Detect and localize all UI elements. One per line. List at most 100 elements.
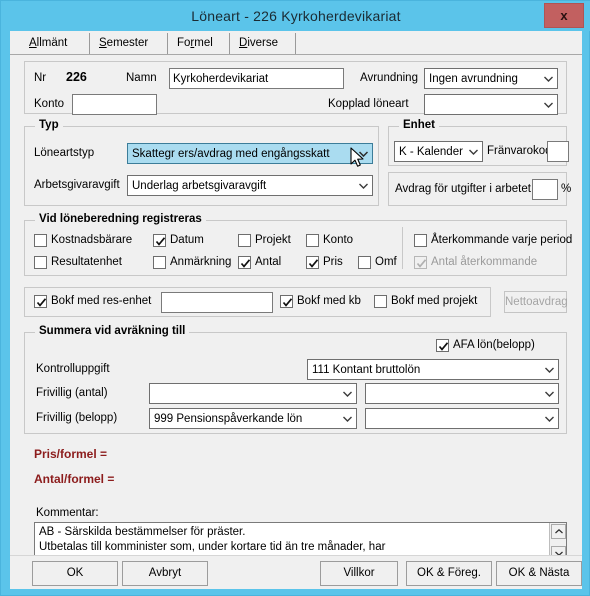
close-button[interactable]: x	[544, 3, 584, 28]
title-bar: Löneart - 226 Kyrkoherdevikariat x	[1, 1, 590, 31]
checkbox-label: Konto	[323, 234, 354, 246]
frivillig-belopp-combo-2[interactable]	[365, 408, 559, 429]
checkbox-box	[238, 256, 251, 269]
ok-button[interactable]: OK	[32, 561, 118, 586]
enhet-value: K - Kalenderd	[399, 146, 463, 158]
tab-allmant[interactable]: Allmänt	[20, 33, 90, 54]
checkbox-box	[34, 295, 47, 308]
checkbox-box	[436, 339, 449, 352]
tab-formel-label: mel	[194, 37, 213, 49]
arbetsgivaravgift-label: Arbetsgivaravgift	[34, 179, 120, 191]
tab-diverse[interactable]: Diverse	[230, 33, 296, 54]
frivillig-antal-combo-2[interactable]	[365, 383, 559, 404]
window-title: Löneart - 226 Kyrkoherdevikariat	[191, 8, 401, 24]
kontrolluppgift-value: 111 Kontant bruttolön	[312, 364, 421, 376]
frivillig-antal-combo[interactable]	[149, 383, 357, 404]
checkbox-label: Datum	[170, 234, 204, 246]
chevron-down-icon	[540, 409, 558, 428]
scroll-up-icon[interactable]	[551, 524, 566, 539]
arbetsgivaravgift-value: Underlag arbetsgivaravgift	[132, 180, 267, 192]
check-icon	[308, 259, 319, 268]
franvarokod-input[interactable]	[547, 141, 569, 162]
chevron-down-icon	[354, 176, 372, 195]
checkbox-box	[374, 295, 387, 308]
tab-formel[interactable]: Formel	[168, 33, 230, 54]
tab-allmant-label: llmänt	[36, 37, 68, 49]
button-bar: OK Avbryt Villkor OK & Föreg. OK & Nästa	[10, 555, 582, 589]
form-surface: Nr 226 Namn Konto Avrundning Ingen avrun…	[10, 55, 582, 563]
avdrag-input[interactable]	[532, 179, 558, 200]
checkbox-label: AFA lön(belopp)	[453, 339, 535, 351]
checkbox-label: Resultatenhet	[51, 256, 122, 268]
nr-label: Nr	[34, 72, 47, 84]
kopplad-loneart-combo[interactable]	[424, 94, 558, 115]
checkbox-label: Omf	[375, 256, 397, 268]
tab-semester-label: emester	[106, 37, 149, 49]
check-icon	[282, 298, 293, 307]
avrundning-combo[interactable]: Ingen avrundning	[424, 68, 558, 89]
nettoavdrag-button: Nettoavdrag	[504, 291, 568, 313]
avbryt-button[interactable]: Avbryt	[122, 561, 208, 586]
loneartstyp-value: Skattegr ers/avdrag med engångsskatt	[132, 148, 330, 160]
avrundning-label: Avrundning	[360, 72, 418, 84]
kopplad-loneart-value	[429, 95, 538, 116]
check-icon	[240, 259, 251, 268]
frivillig-belopp-value: 999 Pensionspåverkande lön	[154, 413, 303, 425]
checkbox-label: Bokf med res-enhet	[51, 295, 152, 307]
checkbox-box	[306, 234, 319, 247]
kopplad-loneart-label: Kopplad löneart	[328, 98, 409, 110]
ok-nasta-button[interactable]: OK & Nästa	[496, 561, 582, 586]
frivillig-belopp-label: Frivillig (belopp)	[36, 412, 118, 424]
frivillig-antal-label: Frivillig (antal)	[36, 387, 108, 399]
check-icon	[438, 342, 449, 351]
kommentar-text: AB - Särskilda bestämmelser för präster.…	[39, 526, 386, 553]
arbetsgivaravgift-combo[interactable]: Underlag arbetsgivaravgift	[127, 175, 373, 196]
checkbox-box	[306, 256, 319, 269]
avdrag-label: Avdrag för utgifter i arbetet	[395, 183, 531, 195]
checkbox-label: Bokf med kb	[297, 295, 361, 307]
typ-group-title: Typ	[35, 119, 63, 131]
loneartstyp-combo[interactable]: Skattegr ers/avdrag med engångsskatt	[127, 143, 373, 164]
check-icon	[36, 298, 47, 307]
frivillig-antal-value-2	[370, 384, 539, 405]
kommentar-label: Kommentar:	[36, 507, 99, 519]
namn-label: Namn	[126, 72, 157, 84]
chevron-down-icon	[540, 360, 558, 379]
checkbox-label: Bokf med projekt	[391, 295, 478, 307]
kontrolluppgift-label: Kontrolluppgift	[36, 363, 110, 375]
tab-semester[interactable]: Semester	[90, 33, 168, 54]
loneartstyp-label: Löneartstyp	[34, 147, 95, 159]
franvarokod-label: Fränvarokod	[487, 145, 552, 157]
ok-foreg-button[interactable]: OK & Föreg.	[406, 561, 492, 586]
avrundning-value: Ingen avrundning	[429, 73, 518, 85]
button-bar-separator	[10, 555, 582, 556]
checkbox-box	[34, 256, 47, 269]
konto-input[interactable]	[72, 94, 157, 115]
enhet-combo[interactable]: K - Kalenderd	[394, 141, 483, 162]
villkor-button[interactable]: Villkor	[320, 561, 398, 586]
antal-formel-label: Antal/formel =	[34, 472, 115, 486]
checkbox-label: Kostnadsbärare	[51, 234, 133, 246]
check-icon	[416, 259, 427, 268]
chevron-down-icon	[539, 69, 557, 88]
nr-value: 226	[66, 70, 87, 84]
checkbox-box	[153, 234, 166, 247]
checkbox-box	[414, 256, 427, 269]
chevron-down-icon	[540, 384, 558, 403]
bokf-res-enhet-input[interactable]	[161, 292, 273, 313]
frivillig-belopp-value-2	[370, 409, 539, 430]
tab-strip: Allmänt Semester Formel Diverse	[10, 31, 582, 55]
chevron-down-icon	[539, 95, 557, 114]
dialog-window: Löneart - 226 Kyrkoherdevikariat x Allmä…	[0, 0, 590, 596]
checkbox-label: Pris	[323, 256, 343, 268]
chevron-down-icon	[354, 144, 372, 163]
namn-input[interactable]	[169, 68, 344, 89]
checkbox-label: Antal återkommande	[431, 256, 538, 268]
dialog-client: Allmänt Semester Formel Diverse Nr 226 N…	[10, 31, 582, 589]
check-icon	[155, 237, 166, 246]
frivillig-belopp-combo[interactable]: 999 Pensionspåverkande lön	[149, 408, 357, 429]
checkbox-box	[34, 234, 47, 247]
tab-diverse-label: iverse	[247, 37, 278, 49]
registreras-group-title: Vid löneberedning registreras	[35, 213, 206, 225]
kontrolluppgift-combo[interactable]: 111 Kontant bruttolön	[307, 359, 559, 380]
